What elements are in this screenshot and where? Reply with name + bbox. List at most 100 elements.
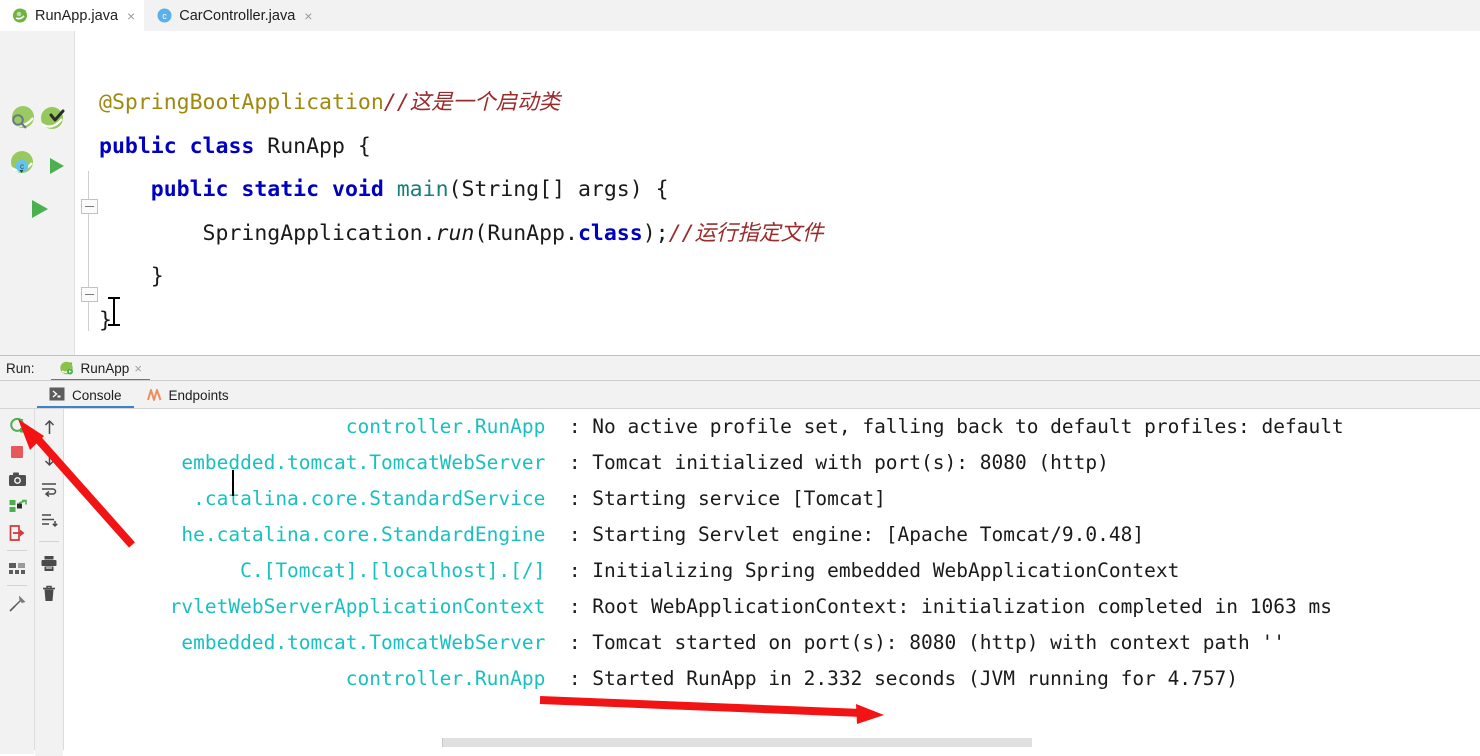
editor-tab-bar: RunApp.java × c CarController.java × bbox=[0, 0, 1480, 32]
console-logger-name: controller.RunApp bbox=[64, 415, 569, 438]
code-token: @SpringBootApplication bbox=[99, 90, 384, 115]
code-editor[interactable]: c import org.springframework.boot.autoco… bbox=[0, 31, 1480, 355]
close-icon[interactable]: × bbox=[304, 9, 312, 23]
print-button[interactable] bbox=[36, 551, 62, 575]
pin-tab-button[interactable] bbox=[4, 591, 30, 615]
clear-all-button[interactable] bbox=[36, 582, 62, 606]
console-message: : Tomcat initialized with port(s): 8080 … bbox=[568, 451, 1109, 474]
spring-config-icon[interactable]: c bbox=[8, 148, 38, 183]
code-line: public static void main(String[] args) { bbox=[99, 168, 979, 212]
tab-endpoints[interactable]: Endpoints bbox=[134, 382, 241, 408]
tab-console-label: Console bbox=[72, 387, 122, 403]
console-line: C.[Tomcat].[localhost].[/] : Initializin… bbox=[64, 553, 1344, 589]
endpoints-icon bbox=[146, 387, 163, 404]
code-line: @SpringBootApplication//这是一个启动类 bbox=[99, 81, 979, 125]
fold-marker-method[interactable] bbox=[81, 199, 98, 214]
editor-tab-runapp[interactable]: RunApp.java × bbox=[0, 0, 145, 31]
spring-checkmark-icon[interactable] bbox=[38, 103, 68, 138]
code-line: SpringApplication.run(RunApp.class);//运行… bbox=[99, 212, 979, 256]
code-token: //这是一个启动类 bbox=[383, 90, 561, 115]
code-token: public static void bbox=[150, 177, 397, 202]
editor-text-cursor bbox=[108, 297, 120, 326]
console-message: : Root WebApplicationContext: initializa… bbox=[568, 595, 1332, 618]
close-icon[interactable]: × bbox=[127, 9, 135, 23]
camera-snapshot-button[interactable] bbox=[4, 467, 30, 491]
console-output[interactable]: controller.RunApp : No active profile se… bbox=[64, 409, 1480, 750]
console-message: : Tomcat started on port(s): 8080 (http)… bbox=[568, 631, 1285, 654]
console-line: .catalina.core.StandardService : Startin… bbox=[64, 481, 1344, 517]
console-logger-name: embedded.tomcat.TomcatWebServer bbox=[64, 631, 569, 654]
run-class-gutter-icon[interactable] bbox=[46, 155, 68, 182]
console-logger-name: C.[Tomcat].[localhost].[/] bbox=[64, 559, 569, 582]
console-logger-name: he.catalina.core.StandardEngine bbox=[64, 523, 569, 546]
console-message: : Starting service [Tomcat] bbox=[568, 487, 886, 510]
toolbar-separator bbox=[7, 550, 27, 551]
code-token: } bbox=[99, 264, 164, 289]
code-token: main bbox=[396, 177, 449, 202]
fold-marker-class[interactable] bbox=[81, 287, 98, 302]
layout-settings-button[interactable] bbox=[4, 556, 30, 580]
console-line: controller.RunApp : Started RunApp in 2.… bbox=[64, 661, 1344, 697]
code-token: run bbox=[435, 220, 475, 246]
stop-button[interactable] bbox=[4, 440, 30, 464]
console-line: controller.RunApp : No active profile se… bbox=[64, 409, 1344, 445]
gutter-divider bbox=[74, 31, 75, 355]
console-logger-name: .catalina.core.StandardService bbox=[64, 487, 569, 510]
spring-bean-search-icon[interactable] bbox=[8, 103, 38, 138]
editor-tab-label: RunApp.java bbox=[35, 7, 119, 24]
editor-gutter[interactable]: c bbox=[0, 31, 74, 355]
code-token: class bbox=[577, 220, 643, 246]
console-message: : No active profile set, falling back to… bbox=[568, 415, 1344, 438]
run-primary-toolbar bbox=[0, 409, 34, 754]
run-tool-window: Run: RunApp × Console Endpoints controll… bbox=[0, 355, 1480, 756]
spring-boot-class-icon bbox=[12, 7, 29, 24]
code-line: } bbox=[99, 255, 979, 299]
tab-console[interactable]: Console bbox=[37, 382, 134, 408]
close-icon[interactable]: × bbox=[134, 361, 142, 376]
console-line: embedded.tomcat.TomcatWebServer : Tomcat… bbox=[64, 445, 1344, 481]
console-logger-name: controller.RunApp bbox=[64, 667, 569, 690]
console-text-cursor bbox=[232, 470, 234, 496]
code-token: SpringApplication. bbox=[99, 220, 436, 246]
console-line: he.catalina.core.StandardEngine : Starti… bbox=[64, 517, 1344, 553]
spring-boot-run-icon bbox=[59, 360, 76, 377]
toolbar-separator bbox=[7, 585, 27, 586]
run-method-gutter-icon[interactable] bbox=[27, 196, 53, 227]
code-token: ); bbox=[642, 220, 669, 246]
console-log-lines: controller.RunApp : No active profile se… bbox=[64, 409, 1344, 697]
code-text[interactable]: import org.springframework.boot.autoconf… bbox=[99, 31, 979, 342]
console-message: : Started RunApp in 2.332 seconds (JVM r… bbox=[568, 667, 1239, 690]
console-icon bbox=[49, 387, 66, 404]
console-message: : Starting Servlet engine: [Apache Tomca… bbox=[568, 523, 1145, 546]
code-token: } bbox=[99, 307, 112, 333]
thread-dump-button[interactable] bbox=[4, 494, 30, 518]
code-token: RunApp bbox=[267, 133, 358, 159]
console-horizontal-scrollbar-thumb[interactable] bbox=[442, 738, 1032, 747]
console-line: rvletWebServerApplicationContext : Root … bbox=[64, 589, 1344, 625]
console-logger-name: rvletWebServerApplicationContext bbox=[64, 595, 569, 618]
code-token: (String[] args) { bbox=[448, 177, 669, 202]
code-token: { bbox=[357, 133, 371, 159]
down-arrow-button[interactable] bbox=[36, 446, 62, 470]
code-line: import org.springframework.boot.autoconf… bbox=[99, 31, 979, 38]
code-token: public class bbox=[99, 133, 268, 159]
code-line: public class RunApp { bbox=[99, 125, 979, 169]
tab-endpoints-label: Endpoints bbox=[168, 387, 229, 403]
run-secondary-toolbar bbox=[35, 409, 63, 756]
editor-tab-label: CarController.java bbox=[179, 7, 296, 24]
editor-tab-carcontroller[interactable]: c CarController.java × bbox=[144, 0, 321, 31]
run-window-label: Run: bbox=[6, 361, 35, 376]
run-header-divider bbox=[0, 380, 1480, 381]
run-config-tab[interactable]: RunApp × bbox=[50, 356, 151, 381]
svg-text:c: c bbox=[20, 162, 24, 171]
run-window-header: Run: RunApp × bbox=[0, 356, 1480, 381]
up-arrow-button[interactable] bbox=[36, 415, 62, 439]
export-button[interactable] bbox=[4, 521, 30, 545]
code-line: } bbox=[99, 299, 979, 343]
rerun-button[interactable] bbox=[4, 413, 30, 437]
scroll-to-end-button[interactable] bbox=[36, 508, 62, 532]
java-class-icon: c bbox=[156, 7, 173, 24]
soft-wrap-button[interactable] bbox=[36, 477, 62, 501]
